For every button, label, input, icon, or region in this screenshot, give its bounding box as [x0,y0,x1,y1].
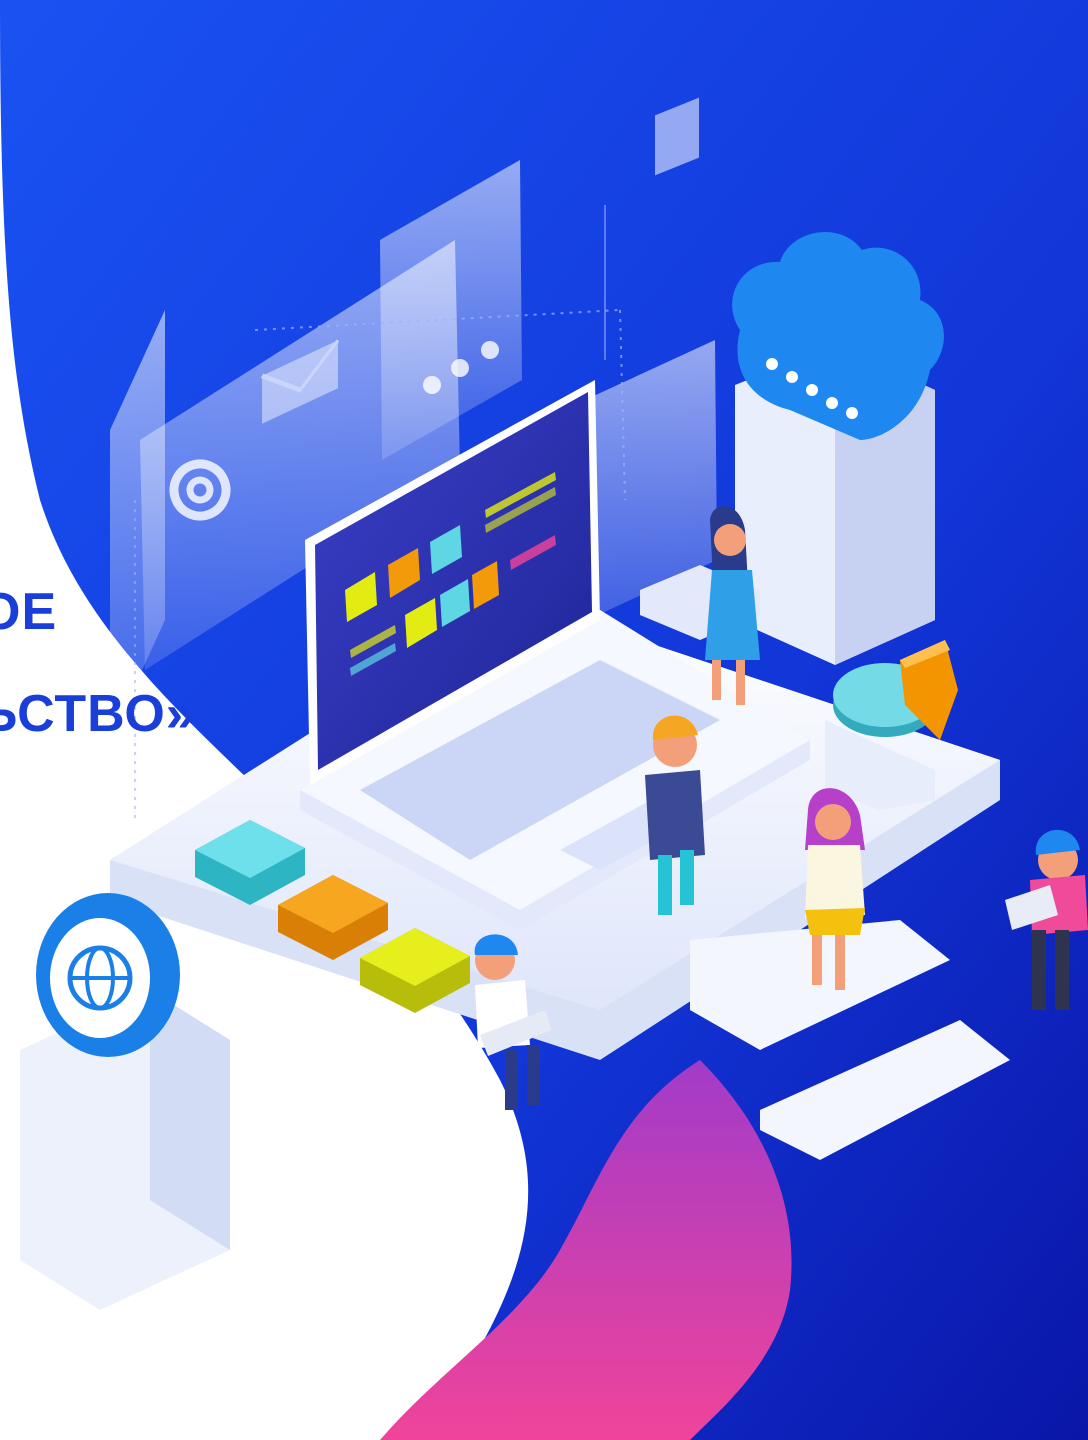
headline-line-2: ЬСТВО» [0,685,196,743]
headline-line-1: ОЕ [0,583,58,641]
globe-icon [36,893,180,1057]
